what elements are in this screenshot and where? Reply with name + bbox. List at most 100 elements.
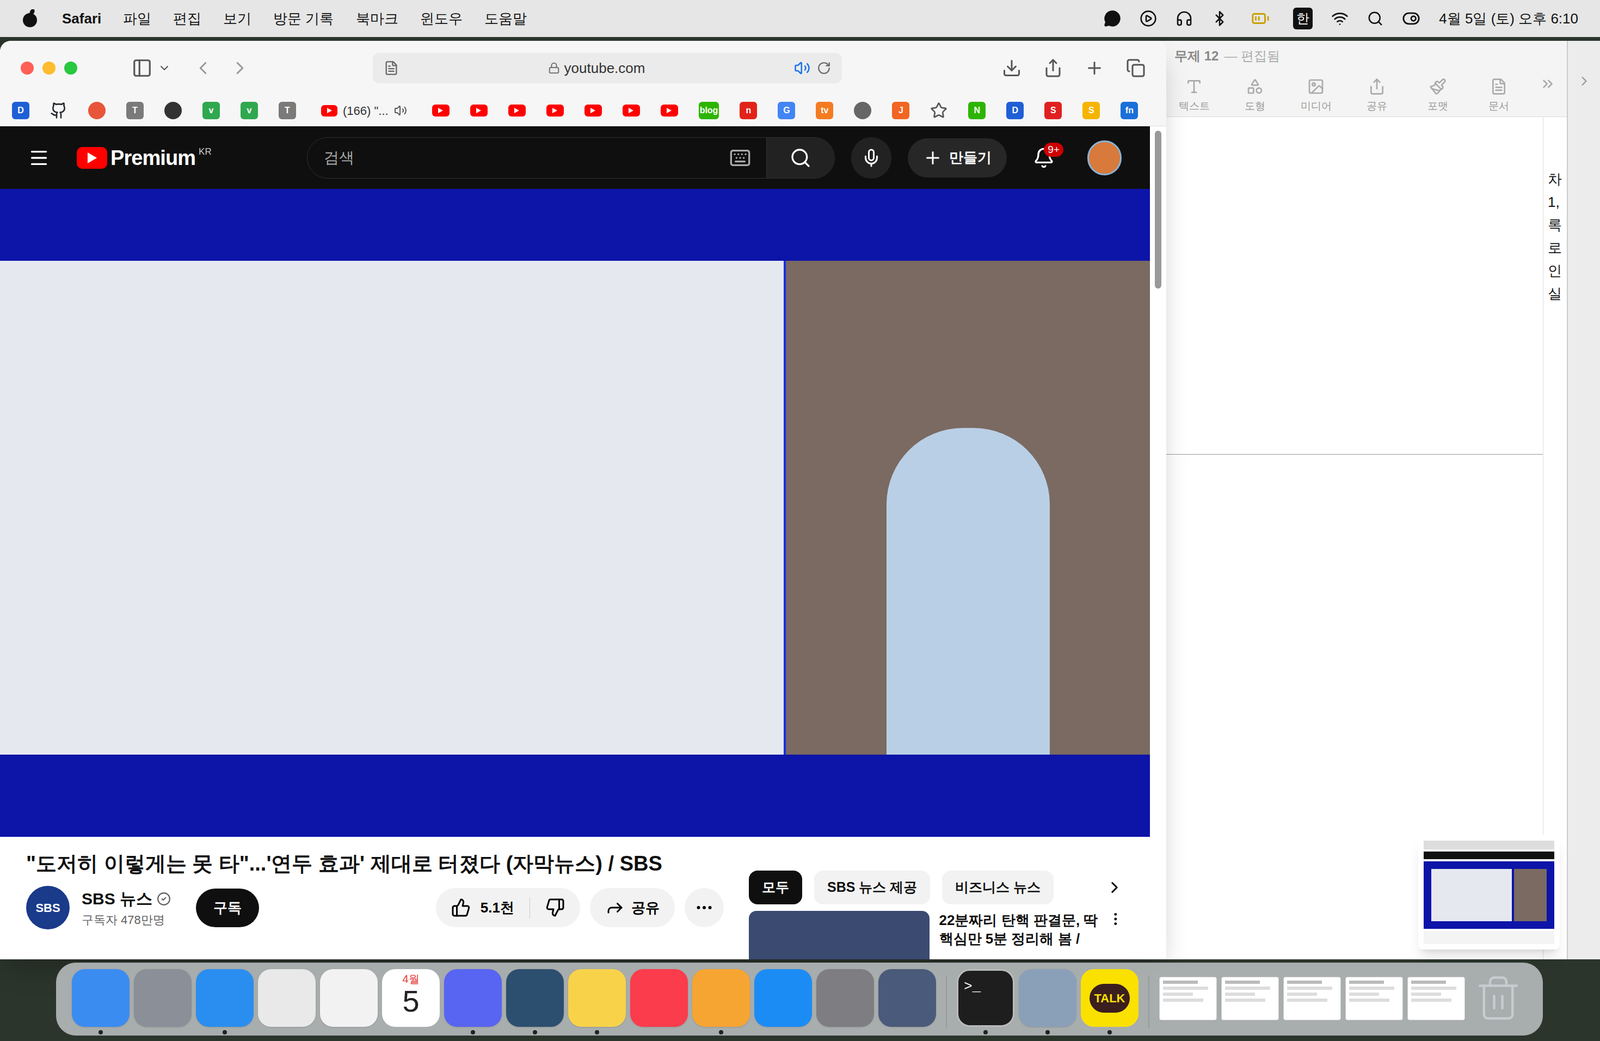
- close-button[interactable]: [20, 61, 34, 75]
- zoom-button[interactable]: [64, 61, 78, 75]
- menu-item[interactable]: 편집: [173, 8, 202, 30]
- chat-icon[interactable]: [1103, 9, 1122, 28]
- dock-item[interactable]: [1221, 968, 1279, 1035]
- search-button[interactable]: [766, 137, 835, 178]
- menu-item[interactable]: 윈도우: [420, 8, 463, 30]
- github-icon[interactable]: [50, 101, 68, 120]
- app-icon[interactable]: [133, 968, 192, 1027]
- share-icon[interactable]: [1043, 58, 1063, 78]
- favicon-icon[interactable]: [853, 101, 872, 120]
- app-icon[interactable]: [1469, 968, 1528, 1027]
- menu-item[interactable]: 보기: [223, 8, 252, 30]
- chevron-icon[interactable]: [1576, 73, 1592, 89]
- favicon[interactable]: n: [739, 101, 758, 120]
- dock-item[interactable]: [1407, 968, 1466, 1035]
- app-icon[interactable]: [816, 968, 875, 1027]
- dock-item[interactable]: [1345, 968, 1403, 1035]
- bluetooth-icon[interactable]: [1211, 10, 1228, 27]
- address-bar[interactable]: youtube.com: [372, 52, 842, 84]
- filter-chip[interactable]: SBS 뉴스 제공: [814, 870, 931, 904]
- dock-item[interactable]: [133, 968, 192, 1035]
- new-tab-icon[interactable]: [1084, 58, 1105, 78]
- dock-item[interactable]: >_: [956, 968, 1015, 1035]
- app-icon[interactable]: [692, 968, 750, 1027]
- dock-item[interactable]: [1283, 968, 1341, 1035]
- speaker-icon[interactable]: [394, 103, 408, 118]
- youtube-logo[interactable]: PremiumKR: [76, 144, 212, 171]
- like-button[interactable]: 5.1천: [435, 896, 531, 919]
- app-icon[interactable]: [1159, 968, 1217, 1027]
- youtube-favicon-icon[interactable]: [432, 104, 450, 117]
- app-icon[interactable]: 4월5: [382, 968, 440, 1027]
- minimize-button[interactable]: [42, 61, 56, 75]
- menu-item[interactable]: 파일: [122, 8, 152, 30]
- video-player[interactable]: [0, 188, 1150, 837]
- wifi-icon[interactable]: [1331, 9, 1349, 28]
- related-video[interactable]: 22분짜리 탄핵 판결문, 딱핵심만 5분 정리해 봄 /: [748, 910, 1124, 960]
- sidebar-icon[interactable]: [131, 57, 153, 79]
- notifications-button[interactable]: 9+: [1032, 146, 1055, 169]
- favicon[interactable]: D: [1006, 101, 1024, 120]
- voice-search-button[interactable]: [851, 137, 892, 179]
- avatar[interactable]: [1087, 140, 1122, 176]
- menu-item[interactable]: 북마크: [355, 8, 399, 30]
- favicon-icon[interactable]: [164, 101, 182, 120]
- toolbar-button[interactable]: 공유: [1357, 77, 1397, 115]
- youtube-favicon-icon[interactable]: [584, 104, 602, 117]
- favicon-icon[interactable]: [88, 101, 106, 120]
- screenshot-thumbnail[interactable]: [1418, 834, 1560, 950]
- related-more-icon[interactable]: [1107, 910, 1124, 927]
- star-icon[interactable]: [930, 101, 948, 120]
- favicon[interactable]: N: [968, 101, 986, 120]
- favicon[interactable]: v: [240, 101, 258, 120]
- dock-item[interactable]: [195, 968, 254, 1035]
- search-box[interactable]: 검색: [306, 137, 835, 179]
- youtube-favicon-icon[interactable]: [470, 104, 488, 117]
- filter-chip[interactable]: 모두: [748, 870, 803, 904]
- app-icon[interactable]: [506, 968, 564, 1027]
- favicon[interactable]: S: [1044, 101, 1062, 120]
- keyboard-icon[interactable]: [729, 146, 752, 169]
- filter-chip[interactable]: 비즈니스 뉴스: [942, 870, 1054, 904]
- toolbar-button[interactable]: 포맷: [1418, 77, 1458, 115]
- dock-item[interactable]: 4월5: [382, 968, 440, 1035]
- app-icon[interactable]: TALK: [1080, 968, 1139, 1027]
- app-icon[interactable]: [1283, 968, 1341, 1027]
- related-thumbnail[interactable]: [748, 910, 930, 960]
- toolbar-button[interactable]: 도형: [1235, 77, 1275, 115]
- clock[interactable]: 4월 5일 (토) 오후 6:10: [1438, 8, 1579, 30]
- chevron-down-icon[interactable]: [157, 61, 171, 75]
- favicon[interactable]: blog: [698, 101, 720, 120]
- play-icon[interactable]: [1139, 9, 1158, 28]
- more-tools-icon[interactable]: [1539, 75, 1556, 92]
- input-source[interactable]: 한: [1293, 7, 1313, 30]
- app-icon[interactable]: [257, 968, 316, 1027]
- dock-item[interactable]: [630, 968, 688, 1035]
- dock-item[interactable]: [816, 968, 875, 1035]
- create-button[interactable]: 만들기: [907, 138, 1007, 178]
- battery-icon[interactable]: [1246, 9, 1275, 28]
- scrollbar[interactable]: [1149, 126, 1167, 959]
- apple-icon[interactable]: [21, 9, 39, 28]
- youtube-favicon-icon[interactable]: [546, 104, 564, 117]
- app-icon[interactable]: [71, 968, 130, 1027]
- menu-item[interactable]: 방문 기록: [273, 8, 334, 30]
- headphones-icon[interactable]: [1175, 9, 1193, 28]
- favicon[interactable]: D: [11, 101, 30, 120]
- toolbar-button[interactable]: 텍스트: [1174, 77, 1214, 115]
- app-icon[interactable]: [878, 968, 937, 1027]
- favorite-tab[interactable]: (166) "...: [316, 101, 412, 120]
- dock-item[interactable]: [568, 968, 626, 1035]
- dislike-button[interactable]: [530, 897, 581, 918]
- youtube-favicon-icon[interactable]: [508, 104, 526, 117]
- app-icon[interactable]: [1018, 968, 1077, 1027]
- favicon[interactable]: tv: [815, 101, 834, 120]
- app-icon[interactable]: [630, 968, 688, 1027]
- favicon[interactable]: G: [777, 101, 796, 120]
- chips-next-icon[interactable]: [1105, 877, 1124, 897]
- menu-icon[interactable]: [28, 146, 50, 169]
- share-button[interactable]: 공유: [589, 887, 675, 927]
- dock-item[interactable]: [320, 968, 378, 1035]
- dock-item[interactable]: [878, 968, 937, 1035]
- control-center-icon[interactable]: [1401, 9, 1421, 28]
